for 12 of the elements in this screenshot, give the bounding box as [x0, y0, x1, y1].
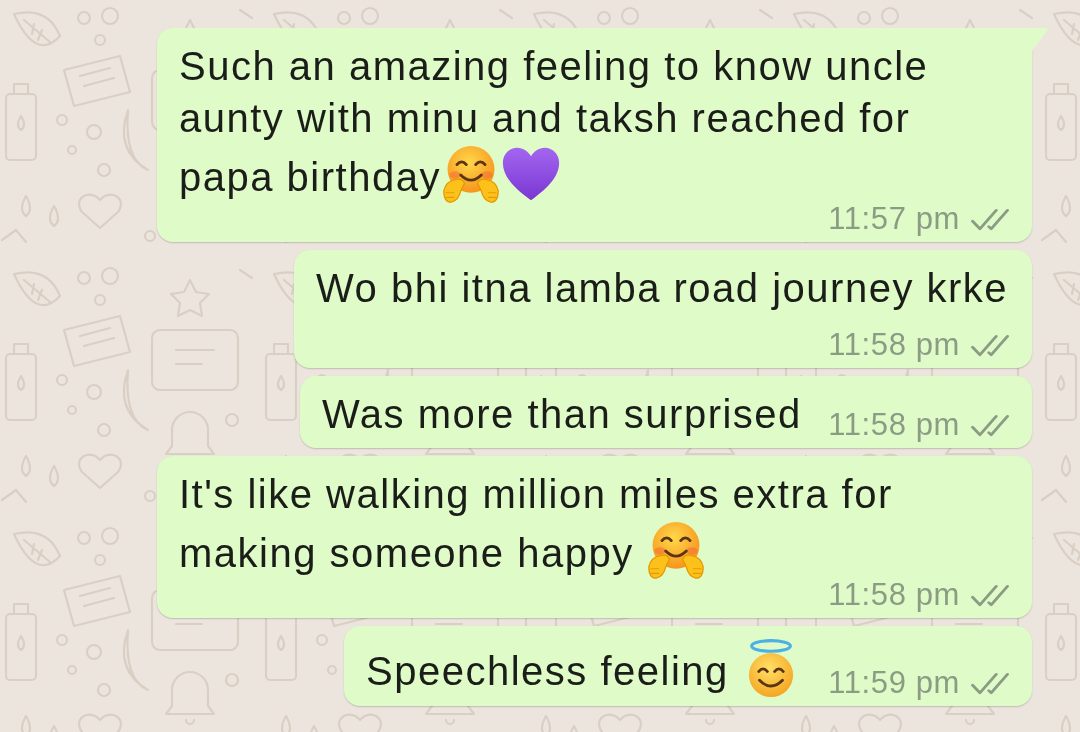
message-time: 11:58 pm	[828, 580, 960, 610]
message-text: Such an amazing feeling to know uncle aunty with minu and taksh reached for papa birthday	[179, 40, 930, 204]
message-time: 11:58 pm	[828, 330, 960, 360]
message-time: 11:58 pm	[828, 410, 960, 440]
message-text: Was more than surprised	[322, 391, 803, 438]
hugging-face-icon	[440, 144, 501, 204]
message-text: It's like walking million miles extra for making someone happy	[179, 468, 894, 580]
message-time: 11:57 pm	[828, 204, 960, 234]
hugging-face-icon	[646, 520, 707, 580]
message-text: Wo bhi itna lamba road journey krke	[316, 265, 1010, 312]
message-text: Speechless feeling	[366, 638, 803, 698]
message-time: 11:59 pm	[828, 668, 960, 698]
